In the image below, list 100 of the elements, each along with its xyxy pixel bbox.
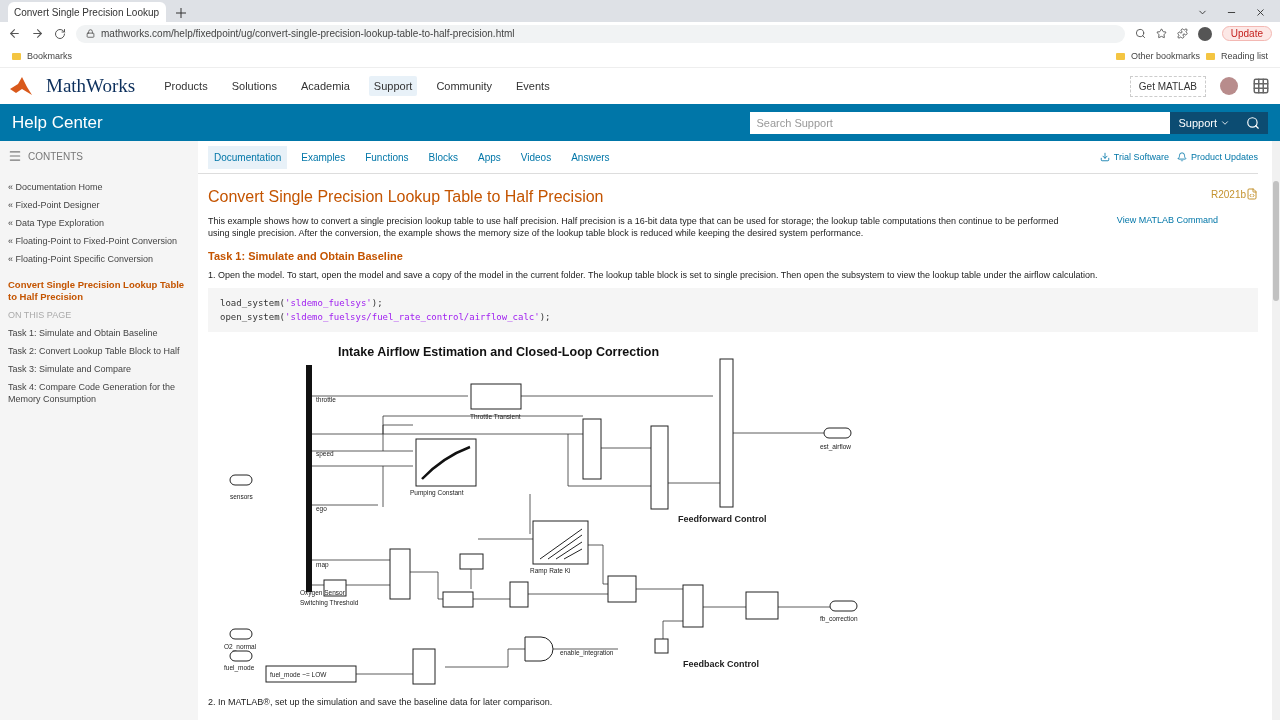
signal-line <box>662 620 684 640</box>
and-gate <box>524 636 554 662</box>
download-icon <box>1099 152 1110 162</box>
contents-link[interactable]: Task 2: Convert Lookup Table Block to Half <box>8 345 192 357</box>
forward-icon[interactable] <box>31 27 44 40</box>
sum-block <box>389 548 411 600</box>
star-icon[interactable] <box>1155 28 1167 39</box>
help-center-title[interactable]: Help Center <box>12 112 103 133</box>
signal-line <box>470 568 472 590</box>
lookup-table-2d-block <box>532 520 589 565</box>
doc-tab[interactable]: Videos <box>514 145 558 169</box>
product-block <box>607 575 637 603</box>
search-icon <box>1246 115 1260 130</box>
search-icon[interactable] <box>1134 28 1146 39</box>
signal-line <box>552 648 619 650</box>
signal-line <box>472 598 511 600</box>
signal-line <box>477 538 534 540</box>
nav-link[interactable]: Academia <box>295 76 355 96</box>
contents-link[interactable]: « Floating-Point Specific Conversion <box>8 253 192 265</box>
action-link[interactable]: Product Updates <box>1176 152 1258 162</box>
close-icon[interactable] <box>1255 7 1266 18</box>
signal-line <box>702 606 747 608</box>
browser-tab[interactable]: Convert Single Precision Lookup <box>8 2 166 22</box>
section-header: ON THIS PAGE <box>8 309 73 321</box>
browser-tab-title: Convert Single Precision Lookup <box>14 6 160 18</box>
switch-block <box>682 584 704 628</box>
bookmark[interactable]: Bookmarks <box>27 51 72 61</box>
constant-block <box>654 638 669 654</box>
lookup-table-block <box>415 438 477 487</box>
scrollbar-thumb[interactable] <box>1273 181 1279 301</box>
doc-tab[interactable]: Blocks <box>422 145 464 169</box>
contents-link[interactable]: « Fixed-Point Designer <box>8 199 192 211</box>
update-button[interactable]: Update <box>1221 26 1272 41</box>
step-text: 2. In MATLAB®, set up the simulation and save the baseline data for later comparison. <box>208 696 554 708</box>
contents-link[interactable]: Task 4: Compare Code Generation for the Memory Consumption <box>8 381 192 405</box>
signal-line <box>529 493 531 535</box>
signal-line <box>587 544 609 585</box>
signal-line <box>311 504 379 506</box>
inport <box>229 628 253 640</box>
reload-icon[interactable] <box>54 27 66 40</box>
logic-block <box>412 648 436 685</box>
product-block <box>582 418 602 480</box>
doc-tab[interactable]: Examples <box>295 145 352 169</box>
sum-block <box>509 581 529 608</box>
constant-block <box>323 579 347 597</box>
command-link[interactable]: View MATLAB Command <box>1116 215 1258 239</box>
extensions-icon[interactable] <box>1176 28 1188 39</box>
contents-link[interactable]: Convert Single Precision Lookup Table to Half Precision <box>8 279 192 303</box>
address-bar[interactable]: mathworks.com/help/fixedpoint/ug/convert-single-precision-lookup-table-to-half-precision.html <box>76 24 1125 43</box>
contents-link[interactable]: « Floating-Point to Fixed-Point Conversion <box>8 235 192 247</box>
doc-tab[interactable]: Functions <box>359 145 415 169</box>
intro-paragraph: This example shows how to convert a single precision lookup table to use half precision. Half precision is a 16-bit data type that can be used for storage; the lookup table computations then continue to be performed using single precision. After the conversion, the example shows the memory size of the lookup table block is reduced while keeping the desired system performance. <box>208 215 1060 239</box>
folder-icon <box>1115 52 1125 60</box>
doc-tab[interactable]: Documentation <box>208 145 288 169</box>
bookmark[interactable]: Reading list <box>1220 51 1268 61</box>
outport <box>823 427 852 439</box>
profile-avatar[interactable] <box>1197 26 1212 41</box>
signal-line <box>667 482 721 484</box>
nav-link[interactable]: Support <box>368 76 418 96</box>
inport <box>229 650 253 662</box>
nav-link[interactable]: Products <box>159 76 213 96</box>
doc-tab[interactable]: Apps <box>472 145 507 169</box>
step-text: 1. Open the model. To start, open the model and save a copy of the model in the current folder. The lookup table block is set to single precision. Then open the subsystem to view the lookup table under the airflow calculation. <box>208 269 1099 281</box>
contents-link[interactable]: « Data Type Exploration <box>8 217 192 229</box>
back-icon[interactable] <box>8 27 21 40</box>
apps-grid-icon[interactable] <box>1252 77 1270 95</box>
nav-link[interactable]: Solutions <box>226 76 282 96</box>
nav-link[interactable]: Events <box>511 76 555 96</box>
bookmark[interactable]: Other bookmarks <box>1130 51 1200 61</box>
contents-link[interactable]: « Documentation Home <box>8 181 192 193</box>
action-link[interactable]: Trial Software <box>1099 152 1169 162</box>
folder-icon <box>1205 52 1215 60</box>
outport <box>829 600 858 612</box>
contents-link[interactable]: Task 1: Simulate and Obtain Baseline <box>8 327 192 339</box>
contents-link[interactable]: Task 3: Simulate and Compare <box>8 363 192 375</box>
folder-icon <box>12 52 21 60</box>
bell-icon <box>1176 152 1187 162</box>
nav-link[interactable]: Community <box>431 76 497 96</box>
block-label: Feedback Control <box>683 659 759 669</box>
block-label: Feedforward Control <box>678 514 767 524</box>
diagram-title: Intake Airflow Estimation and Closed-Loop Correction <box>338 345 660 359</box>
version-label: R2021b <box>1210 188 1246 200</box>
integrator-block <box>745 591 779 620</box>
logo-text[interactable]: MathWorks <box>46 75 136 97</box>
signal-line <box>635 588 684 590</box>
scope-dropdown[interactable]: Support <box>1170 111 1238 134</box>
page-title: Convert Single Precision Lookup Table to Half Precision <box>208 188 604 206</box>
signal-line <box>777 606 831 608</box>
throttle-transient-block <box>470 383 522 410</box>
search-field[interactable]: Search Support <box>750 111 1171 134</box>
lock-icon <box>86 29 95 38</box>
inport <box>229 474 253 486</box>
get-matlab-button[interactable]: Get MATLAB <box>1129 75 1206 97</box>
doc-tab[interactable]: Answers <box>565 145 616 169</box>
code-block: load_system('sldemo_fuelsys'); open_system('sldemo_fuelsys/fuel_rate_control/airflow_calc'); <box>208 288 1258 332</box>
signal-line <box>355 673 414 675</box>
section-heading: Task 1: Simulate and Obtain Baseline <box>208 250 404 262</box>
constant-block <box>459 553 484 570</box>
search-button[interactable] <box>1238 111 1268 134</box>
menu-icon[interactable] <box>8 149 22 163</box>
